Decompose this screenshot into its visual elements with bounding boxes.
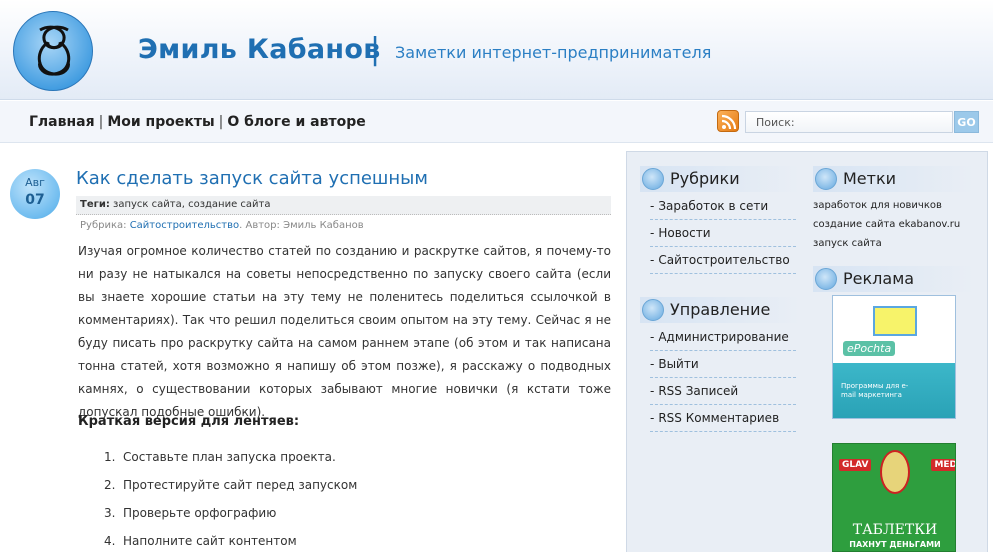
sidebar-item-news[interactable]: - Новости	[650, 220, 796, 247]
sidebar-item-admin[interactable]: - Администрирование	[650, 324, 796, 351]
ad-subline: ПАХНУТ ДЕНЬГАМИ	[849, 540, 941, 549]
ad-caption: Программы для e-mail маркетинга	[841, 382, 909, 399]
envelope-icon	[873, 306, 917, 336]
search-go-button[interactable]: GO	[954, 111, 979, 133]
nav-item-projects[interactable]: Мои проекты	[107, 114, 214, 130]
ad-headline: ТАБЛЕТКИ	[852, 522, 938, 538]
widget-ads-header: Реклама	[813, 266, 974, 292]
ad-banner-epochta[interactable]: ePochta Программы для e-mail маркетинга	[832, 295, 956, 419]
sidebar-item-sitebuilding[interactable]: - Сайтостроительство	[650, 247, 796, 274]
list-item: 3. Проверьте орфографию	[104, 506, 277, 520]
widget-rubrics-header: Рубрики	[640, 166, 800, 192]
sidebar-item-rss-comments[interactable]: - RSS Комментариев	[650, 405, 796, 432]
widget-manage-header: Управление	[640, 297, 800, 323]
widget-title: Рубрики	[670, 169, 740, 188]
widget-tags-header: Метки	[813, 166, 974, 192]
site-tagline: Заметки интернет-предпринимателя	[395, 43, 712, 62]
main-nav: Главная | Мои проекты | О блоге и авторе	[29, 114, 366, 130]
manage-list: - Администрирование - Выйти - RSS Записей -…	[650, 324, 796, 432]
nav-item-about[interactable]: О блоге и авторе	[227, 114, 365, 130]
ad-brand: GLAV MED	[839, 459, 955, 471]
post-title[interactable]: Как сделать запуск сайта успешным	[76, 168, 428, 189]
pharmacy-emblem-icon	[880, 450, 910, 494]
site-header: Эмиль Кабанов | Заметки интернет-предпри…	[0, 0, 993, 100]
post-ordered-list: 1. Составьте план запуска проекта. 2. Прот…	[104, 450, 357, 552]
sidebar-item-logout[interactable]: - Выйти	[650, 351, 796, 378]
rss-feed-icon[interactable]	[717, 110, 739, 132]
tag-link[interactable]: запуск сайта	[813, 234, 983, 253]
widget-logo-icon	[815, 168, 837, 190]
sidebar-item-earning[interactable]: - Заработок в сети	[650, 193, 796, 220]
tag-link[interactable]: создание сайта	[813, 219, 895, 230]
widget-title: Метки	[843, 169, 897, 188]
widget-title: Реклама	[843, 269, 915, 288]
post-tags: Теги: запуск сайта, создание сайта	[76, 196, 611, 215]
ad-banner-glavmed[interactable]: GLAV MED ТАБЛЕТКИ ПАХНУТ ДЕНЬГАМИ	[832, 443, 956, 552]
widget-title: Управление	[670, 300, 771, 319]
post-author: Эмиль Кабанов	[283, 220, 364, 231]
post-meta: Рубрика: Сайтостроительство. Автор: Эмил…	[80, 220, 364, 231]
ad-logo: ePochta	[843, 341, 896, 356]
widget-logo-icon	[642, 299, 664, 321]
site-logo-icon[interactable]	[13, 11, 93, 91]
nav-item-home[interactable]: Главная	[29, 114, 95, 130]
post-date-day: 07	[25, 192, 45, 208]
post-rubric-link[interactable]: Сайтостроительство	[130, 220, 239, 231]
post-date-month: Авг	[25, 176, 45, 189]
rubrics-list: - Заработок в сети - Новости - Сайтостроите…	[650, 193, 796, 274]
post-tags-links[interactable]: запуск сайта, создание сайта	[113, 199, 270, 210]
widget-logo-icon	[642, 168, 664, 190]
title-separator: |	[370, 32, 381, 67]
tag-cloud: заработок для новичков создание сайта ek…	[813, 196, 983, 253]
post-body: Изучая огромное количество статей по соз…	[78, 244, 611, 419]
tag-link[interactable]: заработок для новичков	[813, 196, 983, 215]
sidebar-item-rss-posts[interactable]: - RSS Записей	[650, 378, 796, 405]
post-rubric-label: Рубрика:	[80, 220, 127, 231]
nav-separator: |	[218, 114, 224, 130]
post-author-label: . Автор:	[239, 220, 280, 231]
list-item: 2. Протестируйте сайт перед запуском	[104, 478, 358, 492]
tag-link[interactable]: ekabanov.ru	[899, 219, 961, 230]
nav-separator: |	[98, 114, 104, 130]
post-subheading: Краткая версия для лентяев:	[78, 414, 300, 429]
site-title[interactable]: Эмиль Кабанов	[138, 34, 381, 65]
list-item: 4. Наполните сайт контентом	[104, 534, 297, 548]
search-input[interactable]: Поиск:	[745, 111, 953, 133]
post-date-badge: Авг 07	[10, 169, 64, 227]
widget-logo-icon	[815, 268, 837, 290]
post-tags-label: Теги:	[80, 199, 110, 210]
list-item: 1. Составьте план запуска проекта.	[104, 450, 336, 464]
